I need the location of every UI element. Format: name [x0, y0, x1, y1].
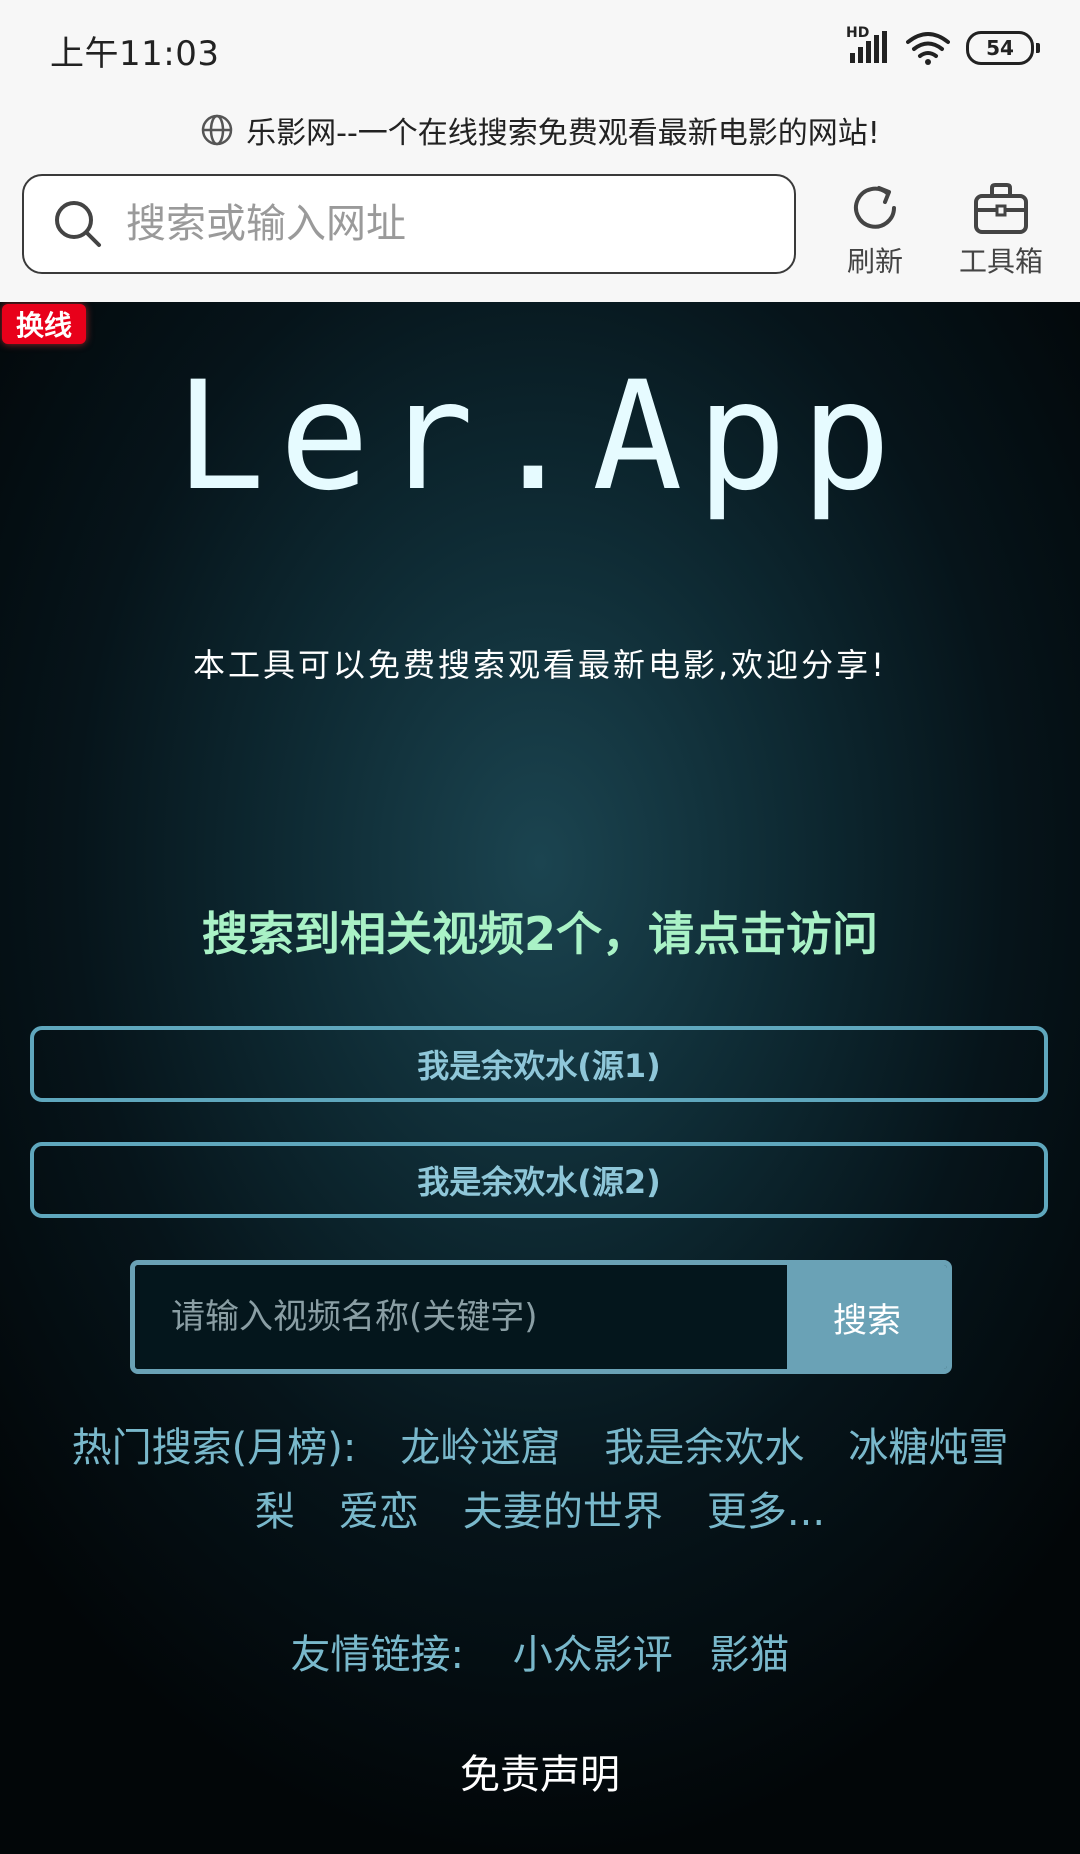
friend-links-label: 友情链接:: [290, 1632, 465, 1678]
page-title-row: 乐影网--一个在线搜索免费观看最新电影的网站!: [0, 100, 1080, 160]
site-logo: Ler.App: [174, 350, 906, 524]
hot-search-more-link[interactable]: 更多...: [707, 1489, 825, 1535]
search-icon: [52, 198, 104, 250]
video-search-input[interactable]: [135, 1265, 787, 1369]
address-row: 刷新 工具箱: [0, 170, 1080, 300]
hot-search-item[interactable]: 龙岭迷窟: [400, 1425, 560, 1471]
hot-search: 热门搜索(月榜): 龙岭迷窟 我是余欢水 冰糖炖雪 梨爱恋 夫妻的世界 更多...: [0, 1416, 1080, 1544]
status-time: 上午11:03: [50, 34, 220, 74]
video-search-button[interactable]: 搜索: [787, 1265, 947, 1369]
hot-search-item[interactable]: 梨: [255, 1489, 295, 1535]
toolbox-button[interactable]: 工具箱: [946, 174, 1056, 284]
disclaimer-link[interactable]: 免责声明: [0, 1742, 1080, 1800]
hot-search-item[interactable]: 爱恋: [339, 1489, 419, 1535]
battery-level: 54: [986, 36, 1014, 60]
site-tagline: 本工具可以免费搜索观看最新电影,欢迎分享!: [192, 646, 887, 684]
globe-icon: [200, 113, 234, 147]
status-icons: HD 54: [846, 25, 1040, 70]
hot-search-item[interactable]: 冰糖炖雪: [848, 1425, 1008, 1471]
source-button-1[interactable]: 我是余欢水(源1): [30, 1026, 1048, 1102]
source-button-2[interactable]: 我是余欢水(源2): [30, 1142, 1048, 1218]
hot-search-item[interactable]: 夫妻的世界: [463, 1489, 663, 1535]
hot-search-label: 热门搜索(月榜):: [71, 1425, 357, 1471]
battery-cap: [1036, 43, 1040, 53]
battery-icon: 54: [966, 31, 1040, 65]
hot-search-line-1: 热门搜索(月榜): 龙岭迷窟 我是余欢水 冰糖炖雪: [0, 1416, 1080, 1480]
page-title: 乐影网--一个在线搜索免费观看最新电影的网站!: [246, 116, 880, 151]
refresh-button[interactable]: 刷新: [820, 174, 930, 284]
video-search-form: 搜索: [130, 1260, 952, 1374]
hot-search-item[interactable]: 我是余欢水: [604, 1425, 804, 1471]
toolbox-icon: [972, 180, 1030, 236]
friend-links: 友情链接: 小众影评 影猫: [0, 1622, 1080, 1680]
status-bar: 上午11:03 HD 54: [0, 0, 1080, 96]
refresh-icon: [847, 180, 903, 236]
toolbox-label: 工具箱: [958, 245, 1043, 278]
refresh-label: 刷新: [846, 245, 903, 278]
friend-link[interactable]: 影猫: [709, 1632, 789, 1678]
switch-line-button[interactable]: 换线: [2, 304, 86, 344]
friend-link[interactable]: 小众影评: [513, 1632, 673, 1678]
signal-icon: HD: [846, 25, 890, 65]
wifi-icon: [906, 31, 950, 65]
web-page: 换线 Ler.App 本工具可以免费搜索观看最新电影,欢迎分享! 搜索到相关视频…: [0, 302, 1080, 1854]
address-input[interactable]: [124, 200, 748, 248]
result-heading: 搜索到相关视频2个，请点击访问: [201, 907, 878, 961]
hot-search-line-2: 梨爱恋 夫妻的世界 更多...: [0, 1480, 1080, 1544]
address-bar[interactable]: [22, 174, 796, 274]
network-type-label: HD: [846, 25, 870, 41]
